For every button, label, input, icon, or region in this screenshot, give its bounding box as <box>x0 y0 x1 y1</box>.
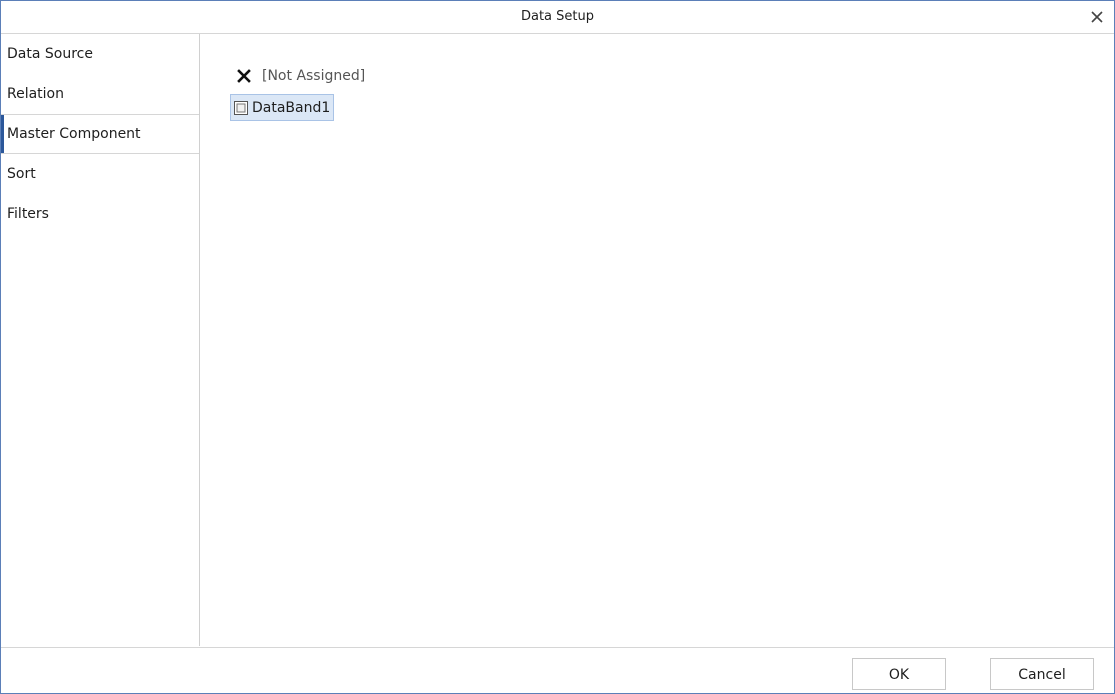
window-title: Data Setup <box>520 9 594 24</box>
cancel-button[interactable]: Cancel <box>990 658 1094 690</box>
list-item-label: DataBand1 <box>252 99 331 116</box>
master-component-list: [Not Assigned] DataBand1 <box>200 34 1113 646</box>
sidebar-item-data-source[interactable]: Data Source <box>1 34 199 74</box>
sidebar: Data Source Relation Master Component So… <box>1 34 200 646</box>
sidebar-item-label: Data Source <box>7 46 93 62</box>
sidebar-item-sort[interactable]: Sort <box>1 154 199 194</box>
ok-button[interactable]: OK <box>852 658 946 690</box>
sidebar-item-label: Relation <box>7 86 64 102</box>
sidebar-item-filters[interactable]: Filters <box>1 194 199 234</box>
data-setup-dialog: Data Setup Data Source Relation Master C… <box>0 0 1115 694</box>
list-item-databand1[interactable]: DataBand1 <box>230 94 335 121</box>
list-item-label: [Not Assigned] <box>262 68 366 84</box>
sidebar-item-label: Sort <box>7 166 36 182</box>
close-button[interactable] <box>1084 4 1110 30</box>
title-bar: Data Setup <box>1 1 1114 34</box>
sidebar-item-label: Filters <box>7 206 49 222</box>
sidebar-item-relation[interactable]: Relation <box>1 74 199 114</box>
x-icon <box>237 69 251 83</box>
dialog-footer: OK Cancel <box>1 647 1114 694</box>
sidebar-item-master-component[interactable]: Master Component <box>1 114 199 154</box>
list-item-not-assigned[interactable]: [Not Assigned] <box>230 64 365 88</box>
databand-icon <box>234 100 248 115</box>
close-icon <box>1091 11 1103 23</box>
sidebar-item-label: Master Component <box>7 126 141 142</box>
